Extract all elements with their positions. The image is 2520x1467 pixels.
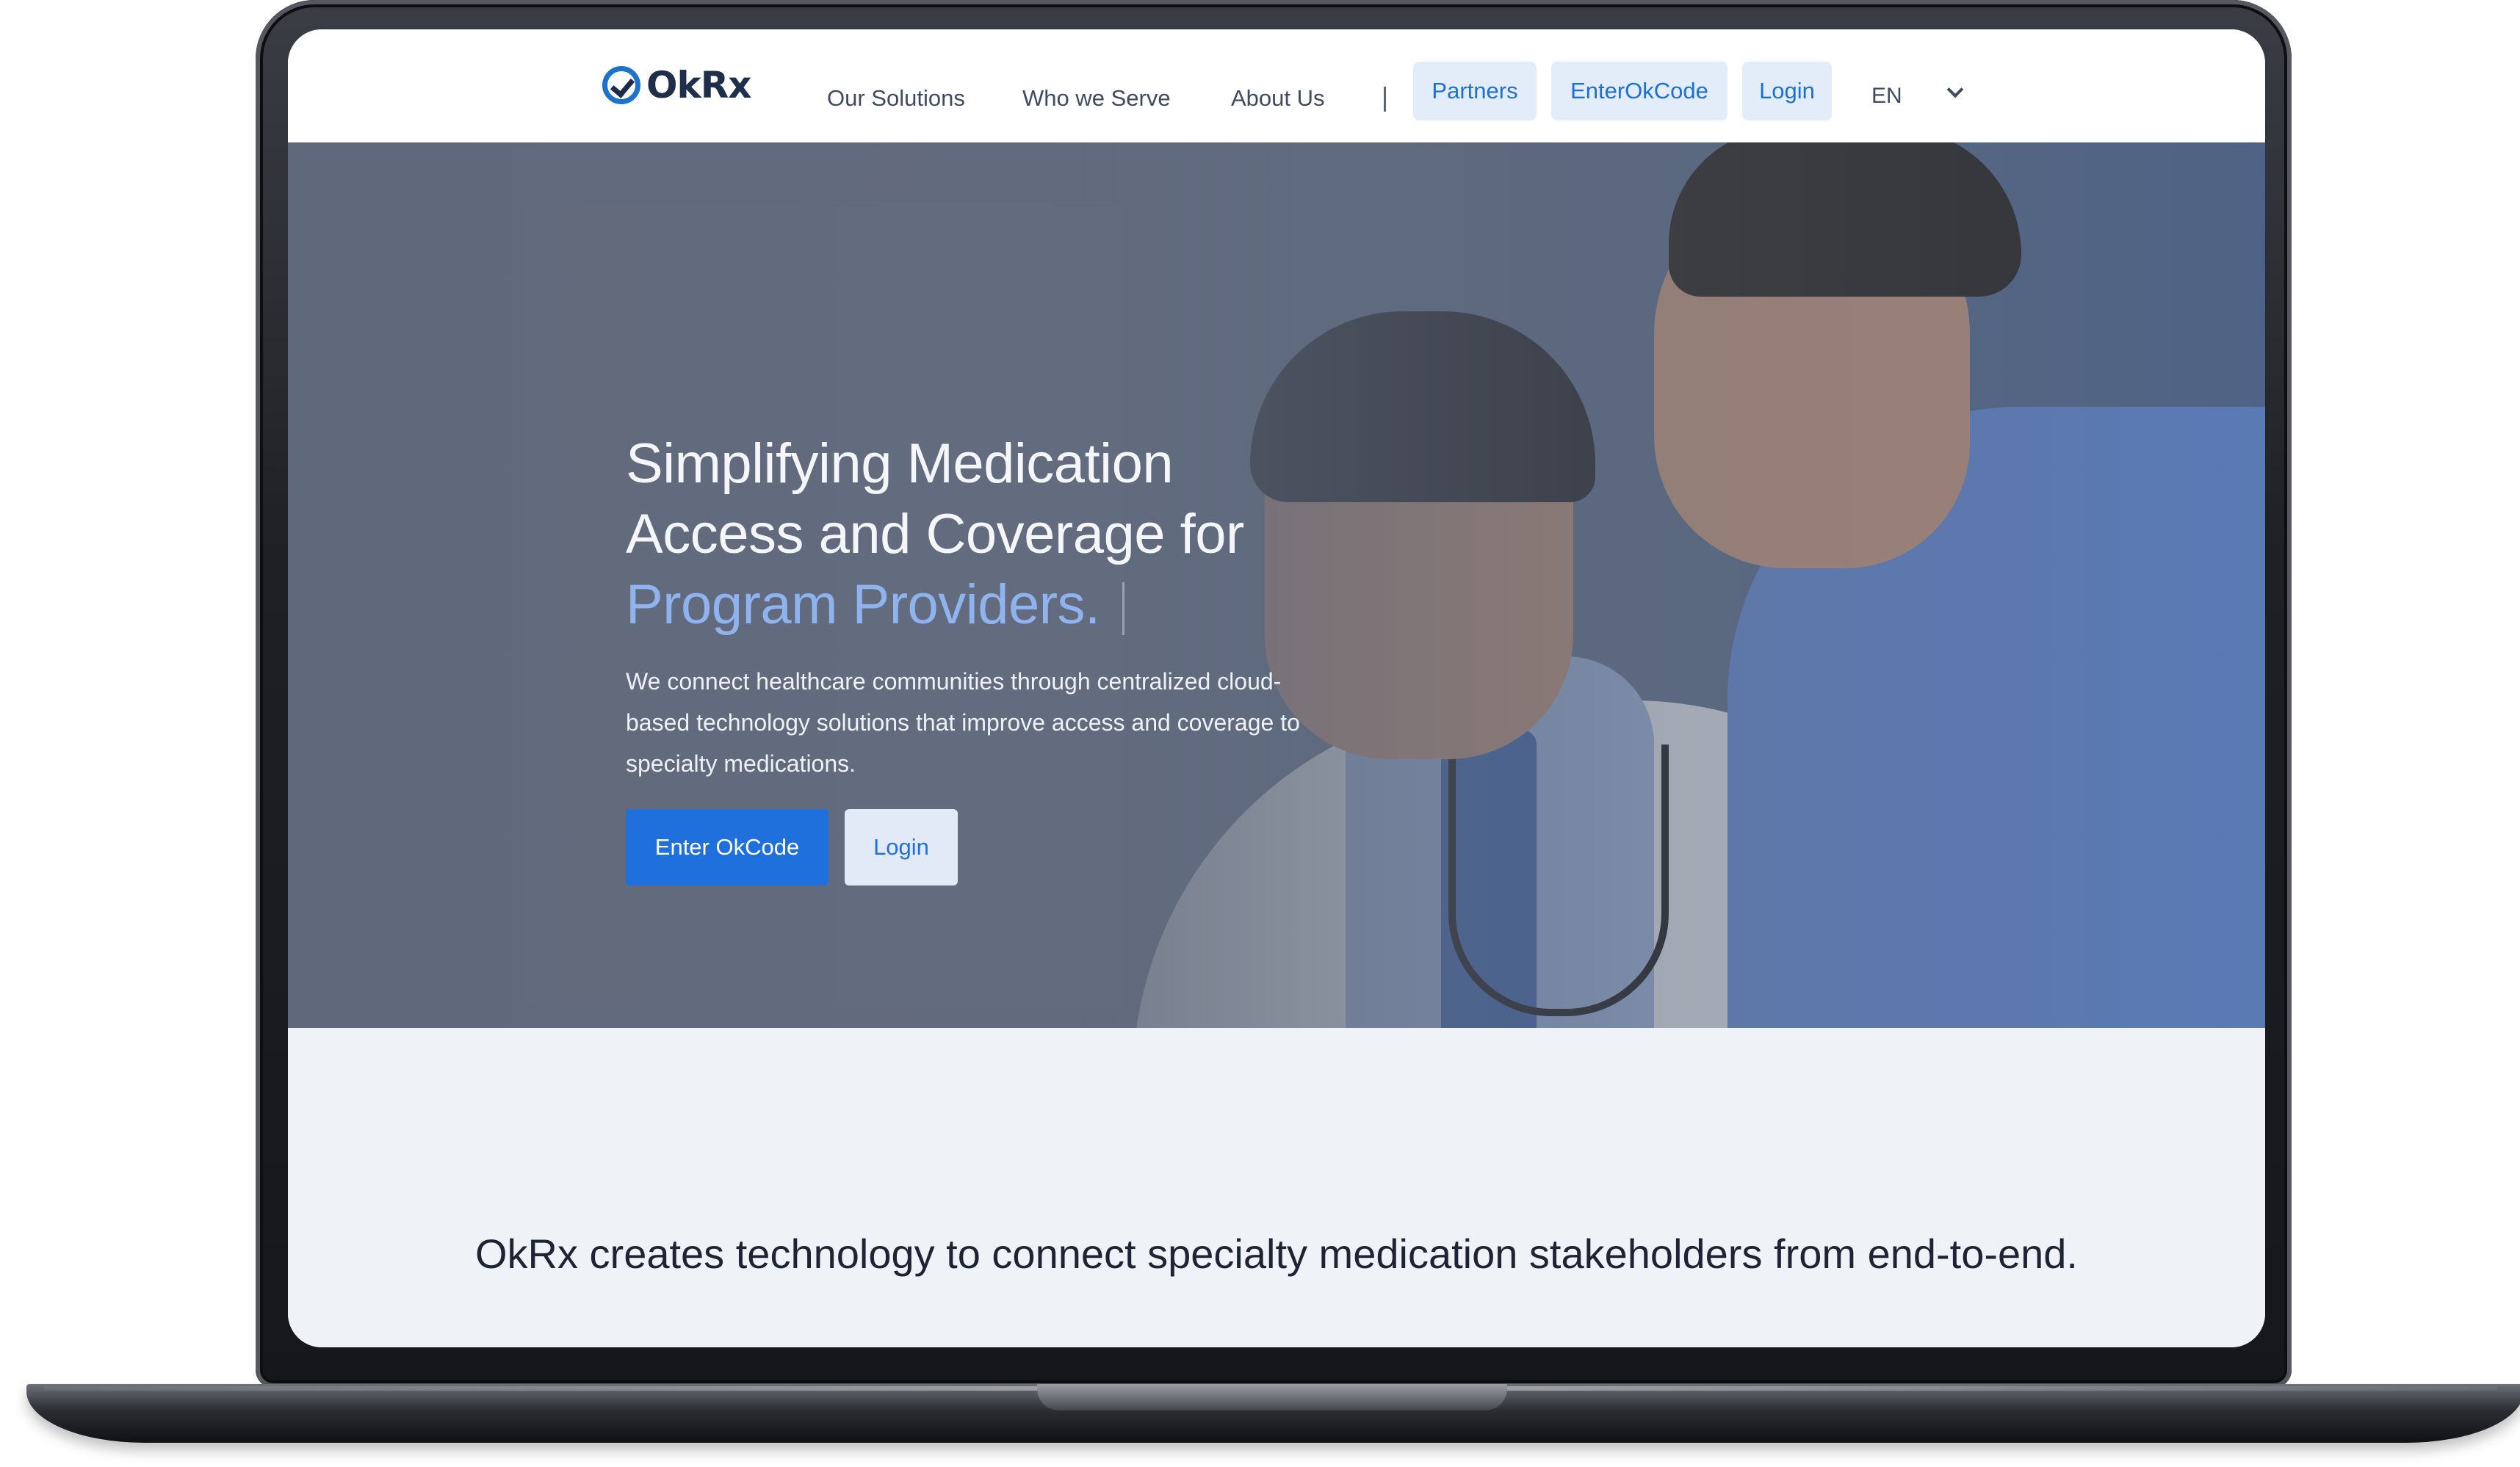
laptop-hinge (1037, 1384, 1507, 1410)
enter-okcode-nav-button[interactable]: EnterOkCode (1551, 62, 1727, 120)
check-circle-icon (602, 66, 640, 104)
hero-description: We connect healthcare communities throug… (626, 668, 1300, 777)
hero-title-line-2: Access and Coverage for (626, 503, 1244, 565)
brand-logo[interactable]: OkRx (602, 62, 752, 109)
intro-tagline: OkRx creates technology to connect speci… (474, 1231, 2078, 1277)
top-navbar: OkRx Our Solutions Who we Serve About Us… (288, 29, 2265, 144)
laptop-screen: OkRx Our Solutions Who we Serve About Us… (288, 29, 2265, 1347)
hero-title-line-1: Simplifying Medication (626, 432, 1174, 495)
login-nav-button[interactable]: Login (1742, 62, 1832, 120)
chevron-down-icon[interactable] (1946, 81, 1964, 98)
typing-cursor (1122, 582, 1124, 635)
brand-name: OkRx (646, 64, 752, 106)
nav-link-our-solutions[interactable]: Our Solutions (827, 85, 965, 112)
hero-section: Simplifying Medication Access and Covera… (288, 142, 2265, 1126)
intro-section: OkRx creates technology to connect speci… (288, 1028, 2265, 1347)
hero-title-accent: Program Providers. (626, 573, 1100, 636)
hero-title: Simplifying Medication Access and Covera… (626, 429, 1434, 640)
enter-okcode-button[interactable]: Enter OkCode (626, 809, 828, 885)
nav-link-who-we-serve[interactable]: Who we Serve (1022, 85, 1171, 112)
language-selector[interactable]: EN (1871, 84, 1902, 109)
login-button[interactable]: Login (845, 809, 958, 885)
nav-separator (1384, 87, 1386, 112)
partners-button[interactable]: Partners (1413, 62, 1537, 120)
nav-link-about-us[interactable]: About Us (1231, 85, 1325, 112)
